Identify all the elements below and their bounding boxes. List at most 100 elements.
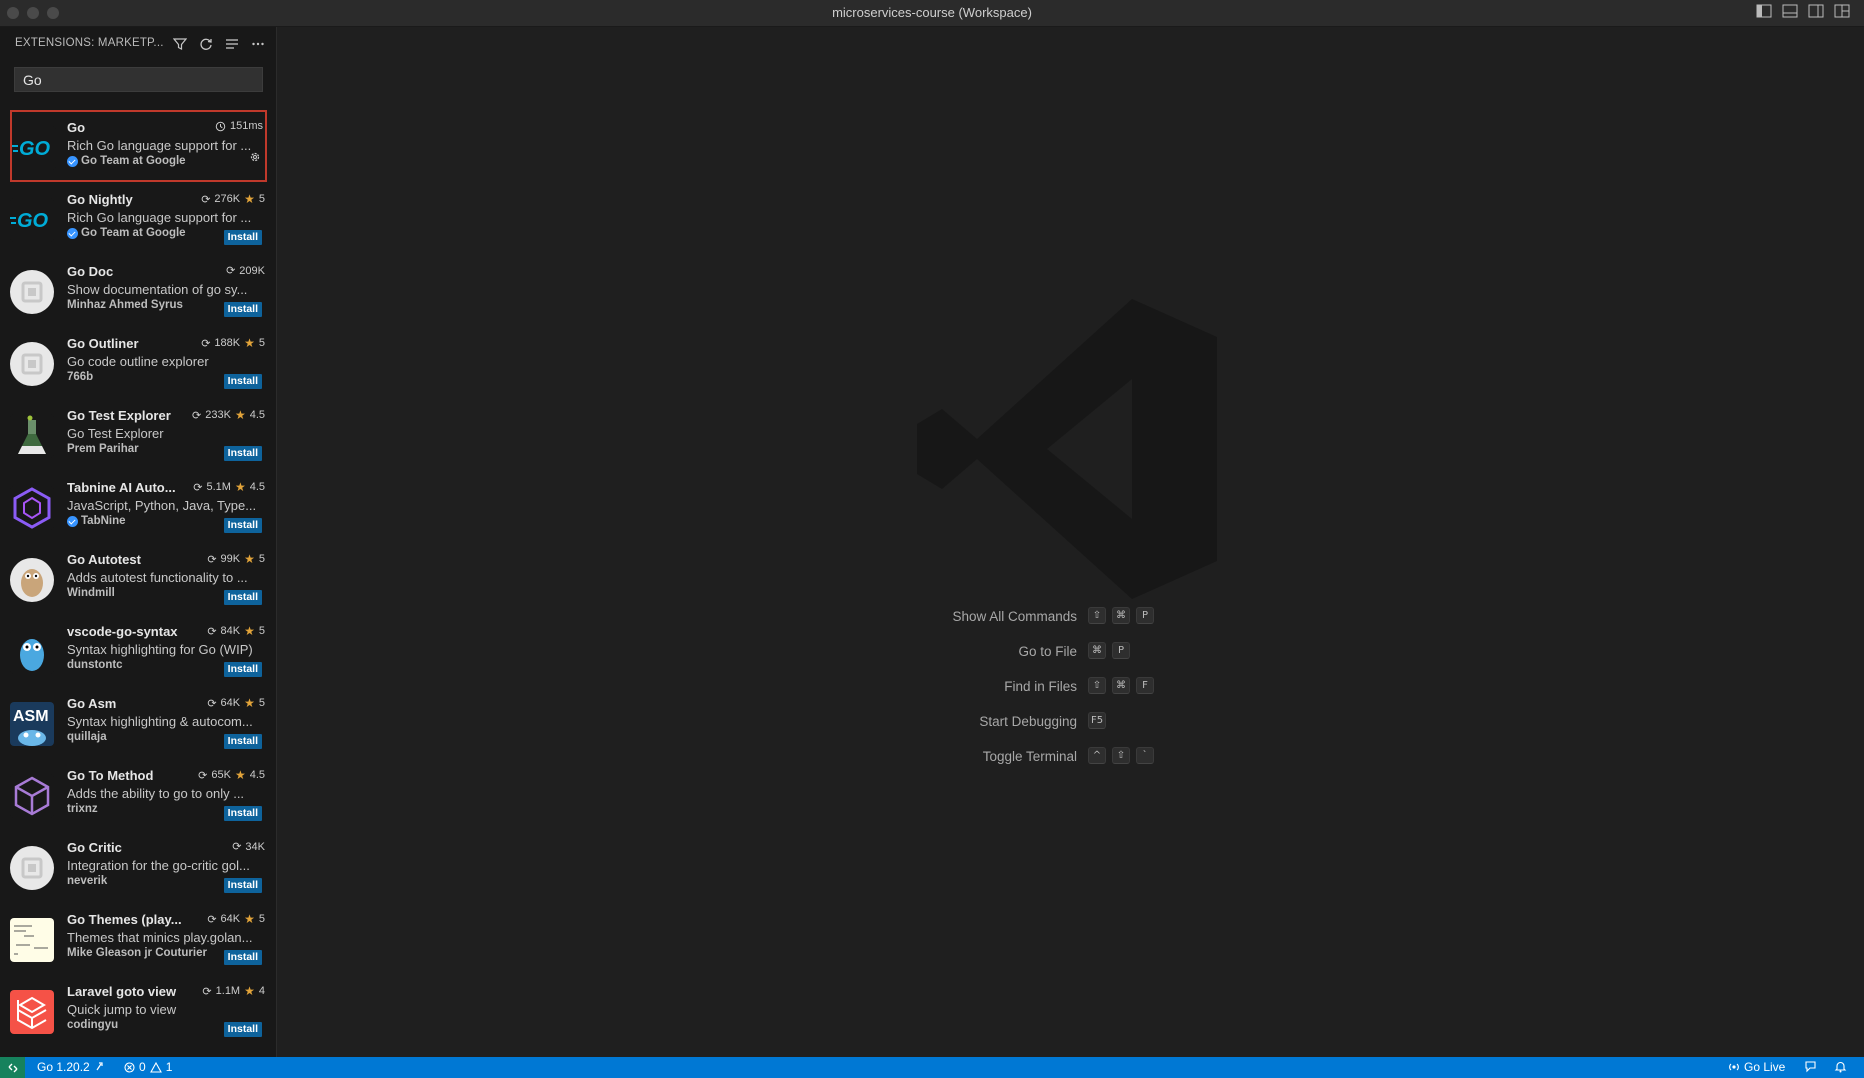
filter-icon[interactable] <box>171 35 188 52</box>
sidebar-title: EXTENSIONS: MARKETP... <box>15 37 164 49</box>
extension-publisher: Go Team at Google <box>67 227 186 239</box>
star-icon: ★ <box>244 984 255 998</box>
extension-name: Go Test Explorer <box>67 408 171 423</box>
star-icon: ★ <box>244 696 255 710</box>
extension-stats: ⟳ 1.1M ★ 4 <box>202 984 265 998</box>
extension-item-go-doc[interactable]: Go Doc ⟳ 209K Show documentation of go sy… <box>0 254 276 326</box>
feedback-icon[interactable] <box>1804 1060 1817 1073</box>
verified-publisher-icon <box>67 515 78 527</box>
extension-item-go-outliner[interactable]: Go Outliner ⟳ 188K ★ 5 Go code outline expl… <box>0 326 276 398</box>
manage-gear-icon[interactable] <box>248 150 262 169</box>
extension-description: Rich Go language support for ... <box>67 210 252 225</box>
welcome-shortcuts: Show All Commands ⇧ ⌘ P Go to File ⌘ P Find… <box>757 607 1457 782</box>
extension-item-go-critic[interactable]: Go Critic ⟳ 34K Integration for the go-cr… <box>0 830 276 902</box>
vscode-watermark-icon <box>917 299 1217 599</box>
star-icon: ★ <box>234 408 246 422</box>
problems-status[interactable]: 0 1 <box>124 1060 172 1074</box>
download-icon: ⟳ <box>207 625 217 638</box>
notifications-bell-icon[interactable] <box>1834 1060 1847 1073</box>
download-icon: ⟳ <box>201 337 211 350</box>
verified-publisher-icon <box>67 155 78 167</box>
customize-layout-icon[interactable] <box>1834 4 1850 18</box>
extension-item-go-to-method[interactable]: Go To Method ⟳ 65K ★ 4.5 Adds the ability t… <box>0 758 276 830</box>
history-icon <box>215 121 226 131</box>
more-actions-icon[interactable] <box>249 35 266 52</box>
extension-item-tabnine[interactable]: Tabnine AI Auto... ⟳ 5.1M ★ 4.5 JavaScript,… <box>0 470 276 542</box>
extension-name: vscode-go-syntax <box>67 624 178 639</box>
extension-name: Go Nightly <box>67 192 133 207</box>
install-button[interactable]: Install <box>223 374 262 389</box>
extension-item-go[interactable]: GO Go 151ms Rich Go language support for… <box>10 110 267 182</box>
install-button[interactable]: Install <box>223 446 262 461</box>
install-button[interactable]: Install <box>223 590 262 605</box>
install-button[interactable]: Install <box>223 518 262 533</box>
extension-item-go-autotest[interactable]: Go Autotest ⟳ 99K ★ 5 Adds autotest functio… <box>0 542 276 614</box>
verified-publisher-icon <box>67 227 78 239</box>
extensions-list: GO Go 151ms Rich Go language support for… <box>0 110 276 1046</box>
gopher-icon <box>10 558 54 602</box>
refresh-icon[interactable] <box>197 35 214 52</box>
toggle-secondary-sidebar-icon[interactable] <box>1808 4 1824 18</box>
toggle-primary-sidebar-icon[interactable] <box>1756 4 1772 18</box>
extension-publisher: trixnz <box>67 803 98 815</box>
extensions-search-input[interactable]: Go <box>14 67 263 92</box>
extension-name: Laravel goto view <box>67 984 177 999</box>
remote-indicator-icon[interactable] <box>0 1057 25 1078</box>
flask-icon <box>10 414 54 458</box>
title-bar: microservices-course (Workspace) <box>0 0 1864 27</box>
install-button[interactable]: Install <box>223 230 262 245</box>
asm-gopher-icon: ASM <box>10 702 54 746</box>
clear-results-icon[interactable] <box>223 35 240 52</box>
svg-text:GO: GO <box>17 210 49 232</box>
extension-publisher: codingyu <box>67 1019 119 1031</box>
extension-description: Syntax highlighting for Go (WIP) <box>67 642 253 657</box>
svg-text:ASM: ASM <box>13 708 49 725</box>
extension-name: Go Outliner <box>67 336 139 351</box>
shortcut-find-in-files[interactable]: Find in Files ⇧ ⌘ F <box>757 677 1457 712</box>
extension-description: Quick jump to view <box>67 1002 177 1017</box>
extension-stats: 151ms <box>215 120 263 132</box>
star-icon: ★ <box>244 192 255 206</box>
install-button[interactable]: Install <box>223 878 262 893</box>
go-live-status[interactable]: Go Live <box>1728 1060 1785 1074</box>
shortcut-go-to-file[interactable]: Go to File ⌘ P <box>757 642 1457 677</box>
extension-item-go-nightly[interactable]: GO Go Nightly ⟳ 276K ★ 5 Rich Go language s… <box>0 182 276 254</box>
download-icon: ⟳ <box>193 481 203 494</box>
warning-icon <box>149 1061 162 1073</box>
shortcut-start-debugging[interactable]: Start Debugging F5 <box>757 712 1457 747</box>
install-button[interactable]: Install <box>223 950 262 965</box>
toggle-panel-icon[interactable] <box>1782 4 1798 18</box>
extension-stats: ⟳ 34K <box>232 840 265 854</box>
install-button[interactable]: Install <box>223 662 262 677</box>
shortcut-show-all-commands[interactable]: Show All Commands ⇧ ⌘ P <box>757 607 1457 642</box>
install-button[interactable]: Install <box>223 806 262 821</box>
shortcut-toggle-terminal[interactable]: Toggle Terminal ^ ⇧ ` <box>757 747 1457 782</box>
install-button[interactable]: Install <box>223 302 262 317</box>
go-logo-icon: GO <box>10 198 54 242</box>
extension-name: Go Critic <box>67 840 122 855</box>
extension-description: Rich Go language support for ... <box>67 138 252 153</box>
extension-description: JavaScript, Python, Java, Type... <box>67 498 257 513</box>
extension-publisher: Prem Parihar <box>67 443 139 455</box>
default-extension-icon <box>10 342 54 386</box>
star-icon: ★ <box>234 480 246 494</box>
install-button[interactable]: Install <box>223 1022 262 1037</box>
install-button[interactable]: Install <box>223 734 262 749</box>
extension-publisher: TabNine <box>67 515 126 527</box>
download-icon: ⟳ <box>198 769 208 782</box>
extension-stats: ⟳ 64K ★ 5 <box>207 912 265 926</box>
extension-item-vscode-go-syntax[interactable]: vscode-go-syntax ⟳ 84K ★ 5 Syntax highlight… <box>0 614 276 686</box>
download-icon: ⟳ <box>232 841 242 853</box>
extension-publisher: Minhaz Ahmed Syrus <box>67 299 183 311</box>
cube-icon <box>10 774 54 818</box>
star-icon: ★ <box>244 336 255 350</box>
layout-controls <box>1756 4 1850 18</box>
star-icon: ★ <box>234 768 246 782</box>
laravel-logo-icon <box>10 990 54 1034</box>
extension-item-laravel-goto-view[interactable]: Laravel goto view ⟳ 1.1M ★ 4 Quick jump to … <box>0 974 276 1046</box>
extension-description: Go Test Explorer <box>67 426 164 441</box>
extension-item-go-asm[interactable]: ASM Go Asm ⟳ 64K ★ 5 Syntax highlighting & … <box>0 686 276 758</box>
go-version-status[interactable]: Go 1.20.2 <box>37 1060 104 1074</box>
extension-item-go-test-explorer[interactable]: Go Test Explorer ⟳ 233K ★ 4.5 Go Test Explo… <box>0 398 276 470</box>
extension-item-go-themes[interactable]: Go Themes (play... ⟳ 64K ★ 5 Themes that mi… <box>0 902 276 974</box>
